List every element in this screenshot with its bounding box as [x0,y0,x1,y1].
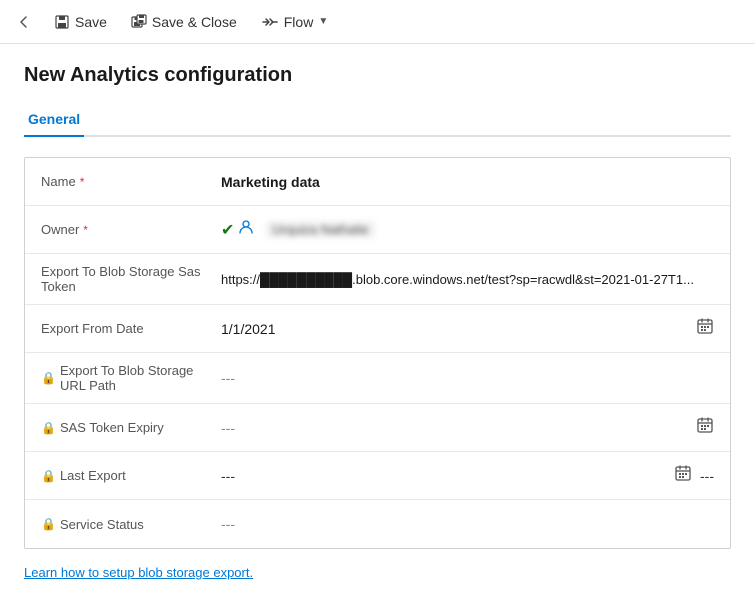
back-icon [16,14,32,30]
value-name: Marketing data [221,174,714,190]
form-row-export-from-date: Export From Date 1/1/2021 [25,305,730,353]
flow-label: Flow [284,14,314,30]
lock-icon-url: 🔒 [41,371,56,385]
value-export-blob-token: https://██████████.blob.core.windows.net… [221,272,714,287]
label-name: Name * [41,174,221,189]
back-button[interactable] [8,6,40,38]
value-last-export: --- --- [221,464,714,487]
label-export-blob-url: 🔒 Export To Blob Storage URL Path [41,363,221,393]
calendar-icon-sas-expiry[interactable] [696,416,714,439]
form-row-sas-expiry: 🔒 SAS Token Expiry --- [25,404,730,452]
save-close-icon [131,14,147,30]
form-row-export-blob-token: Export To Blob Storage Sas Token https:/… [25,254,730,305]
last-export-value1: --- [221,468,235,484]
tabs: General [24,103,731,137]
save-close-label: Save & Close [152,14,237,30]
check-icon: ✔ [221,220,234,240]
lock-icon-sas: 🔒 [41,421,56,435]
save-icon [54,14,70,30]
page-title: New Analytics configuration [24,64,731,87]
owner-icons: ✔ [221,219,254,240]
tab-general[interactable]: General [24,103,84,137]
label-sas-expiry: 🔒 SAS Token Expiry [41,420,221,435]
form-row-owner: Owner * ✔ Urquiza Nathalie [25,206,730,254]
value-export-blob-url: --- [221,370,714,386]
owner-name: Urquiza Nathalie [266,221,374,238]
lock-icon-last-export: 🔒 [41,469,56,483]
save-label: Save [75,14,107,30]
value-sas-expiry: --- [221,416,714,439]
form-row-name: Name * Marketing data [25,158,730,206]
setup-link[interactable]: Learn how to setup blob storage export. [24,565,253,580]
value-owner: ✔ Urquiza Nathalie [221,219,714,240]
label-last-export: 🔒 Last Export [41,468,221,483]
form-container: Name * Marketing data Owner * ✔ [24,157,731,549]
label-export-from-date: Export From Date [41,321,221,336]
last-export-value2: --- [700,468,714,484]
value-service-status: --- [221,516,714,532]
form-row-last-export: 🔒 Last Export --- [25,452,730,500]
save-button[interactable]: Save [44,8,117,36]
calendar-icon-export-date[interactable] [696,317,714,340]
label-service-status: 🔒 Service Status [41,517,221,532]
flow-icon [261,14,279,30]
required-star-name: * [80,175,85,189]
required-star-owner: * [83,223,88,237]
flow-dropdown-chevron: ▼ [318,16,328,27]
value-export-from-date: 1/1/2021 [221,317,714,340]
label-owner: Owner * [41,222,221,237]
form-row-export-blob-url: 🔒 Export To Blob Storage URL Path --- [25,353,730,404]
lock-icon-service-status: 🔒 [41,517,56,531]
form-row-service-status: 🔒 Service Status --- [25,500,730,548]
page-content: New Analytics configuration General Name… [0,44,755,600]
label-export-blob-token: Export To Blob Storage Sas Token [41,264,221,294]
flow-button[interactable]: Flow ▼ [251,8,338,36]
toolbar: Save Save & Close Flow ▼ [0,0,755,44]
save-close-button[interactable]: Save & Close [121,8,247,36]
calendar-icon-last-export[interactable] [674,464,692,487]
person-icon [238,219,254,240]
